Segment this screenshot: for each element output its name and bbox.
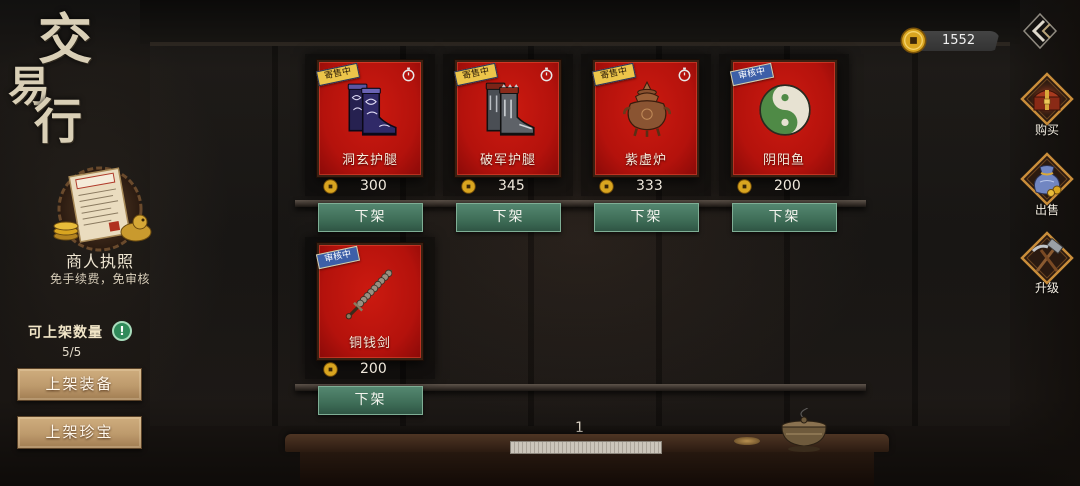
list-equipment-button[interactable]: 上架装备 xyxy=(17,368,142,401)
copper-coin-icon xyxy=(599,179,614,194)
item-name: 洞玄护腿 xyxy=(341,153,398,168)
incense-burner-icon xyxy=(622,80,672,137)
copper-coin-icon xyxy=(900,27,927,54)
desk-dish xyxy=(734,437,760,445)
listing-card[interactable]: 寄售中 破军护腿 xyxy=(453,60,561,177)
yin-yang-icon xyxy=(759,84,811,136)
item-price: 333 xyxy=(636,178,663,194)
stopwatch-icon xyxy=(678,67,691,82)
coin-sword-icon xyxy=(345,269,393,320)
purple-boots-icon xyxy=(347,83,397,136)
item-name: 破军护腿 xyxy=(479,153,536,168)
merchant-license-icon[interactable] xyxy=(44,166,156,252)
listing-card[interactable]: 审核中 铜钱剑 xyxy=(315,243,423,360)
item-name: 铜钱剑 xyxy=(348,336,391,351)
silver-boots-icon xyxy=(485,82,535,136)
exclamation-icon[interactable]: ! xyxy=(112,321,132,341)
delist-button[interactable]: 下架 xyxy=(732,203,837,232)
nav-buy-label[interactable]: 购买 xyxy=(1018,121,1076,138)
item-name: 紫虚炉 xyxy=(624,153,667,168)
desk-paper xyxy=(510,441,662,454)
stopwatch-icon xyxy=(402,67,415,82)
back-arrow-icon[interactable] xyxy=(1022,12,1058,50)
desk-front xyxy=(300,452,874,486)
listing-card[interactable]: 寄售中 紫虚炉 xyxy=(591,60,699,177)
money-bag-icon[interactable] xyxy=(1020,152,1074,206)
stopwatch-icon xyxy=(540,67,553,82)
delist-button[interactable]: 下架 xyxy=(456,203,561,232)
delist-button[interactable]: 下架 xyxy=(594,203,699,232)
listing-card[interactable]: 审核中 阴阳鱼 xyxy=(729,60,837,177)
listing-capacity-label: 可上架数量 xyxy=(28,325,103,341)
delist-button[interactable]: 下架 xyxy=(318,203,423,232)
delist-button[interactable]: 下架 xyxy=(318,386,423,415)
nav-upgrade-label[interactable]: 升级 xyxy=(1018,279,1076,296)
incense-burner-decor xyxy=(781,408,827,452)
price-row: 300 xyxy=(317,177,423,195)
nav-sell-label[interactable]: 出售 xyxy=(1018,201,1076,218)
background-top-band xyxy=(140,0,1020,44)
item-price: 345 xyxy=(498,178,525,194)
hammer-icon[interactable] xyxy=(1020,231,1074,285)
price-row: 345 xyxy=(455,177,561,195)
copper-coin-icon xyxy=(323,362,338,377)
price-row: 333 xyxy=(593,177,699,195)
copper-coin-icon xyxy=(461,179,476,194)
listing-capacity-value: 5/5 xyxy=(62,345,82,359)
item-name: 阴阳鱼 xyxy=(762,153,805,168)
page-title-char: 行 xyxy=(34,94,83,150)
price-row: 200 xyxy=(317,360,423,378)
copper-coin-icon xyxy=(737,179,752,194)
item-price: 200 xyxy=(774,178,801,194)
treasure-chest-icon[interactable] xyxy=(1020,72,1074,126)
currency-amount: 1552 xyxy=(942,33,976,48)
trading-house-screen: 交 易 行 商人执照 免手续费，免审核 可上架数量 ! 5/5 上架装备 上架珍… xyxy=(0,0,1080,486)
copper-coin-icon xyxy=(323,179,338,194)
page-title-char: 交 xyxy=(38,7,92,71)
license-title: 商人执照 xyxy=(65,252,134,271)
listing-card[interactable]: 寄售中 洞玄护腿 xyxy=(315,60,423,177)
license-subtitle: 免手续费，免审核 xyxy=(49,272,150,286)
item-price: 300 xyxy=(360,178,387,194)
price-row: 200 xyxy=(731,177,837,195)
background-shelving xyxy=(150,46,1010,426)
item-price: 200 xyxy=(360,361,387,377)
list-treasure-button[interactable]: 上架珍宝 xyxy=(17,416,142,449)
